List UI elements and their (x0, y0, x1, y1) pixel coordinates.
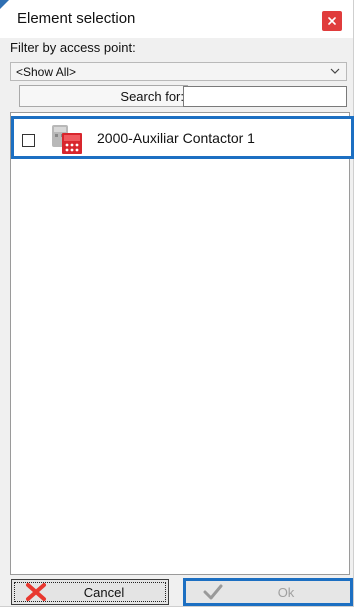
search-label-box: Search for: (19, 85, 188, 107)
chevron-down-icon (330, 68, 340, 74)
close-icon (328, 17, 336, 25)
window-corner-accent (0, 0, 9, 9)
access-point-dropdown[interactable]: <Show All> (10, 62, 347, 81)
ok-button[interactable]: Ok (183, 578, 353, 606)
dialog-title: Element selection (17, 10, 136, 27)
contactor-icon (52, 125, 82, 154)
ok-label: Ok (277, 585, 295, 600)
element-list: 2000-Auxiliar Contactor 1 (10, 112, 354, 575)
cancel-label: Cancel (83, 585, 125, 600)
list-item-label: 2000-Auxiliar Contactor 1 (97, 130, 255, 146)
search-row: Search for: (10, 85, 350, 109)
search-label: Search for: (120, 89, 184, 104)
element-selection-dialog: Element selection Filter by access point… (0, 0, 354, 607)
filter-label: Filter by access point: (10, 40, 136, 55)
list-item-checkbox[interactable] (22, 134, 35, 147)
search-input[interactable] (183, 86, 347, 107)
cancel-button[interactable]: Cancel (11, 579, 169, 605)
list-item[interactable]: 2000-Auxiliar Contactor 1 (11, 116, 354, 159)
dropdown-selected-value: <Show All> (16, 65, 77, 79)
title-bar: Element selection (0, 0, 353, 38)
close-button[interactable] (322, 11, 342, 31)
